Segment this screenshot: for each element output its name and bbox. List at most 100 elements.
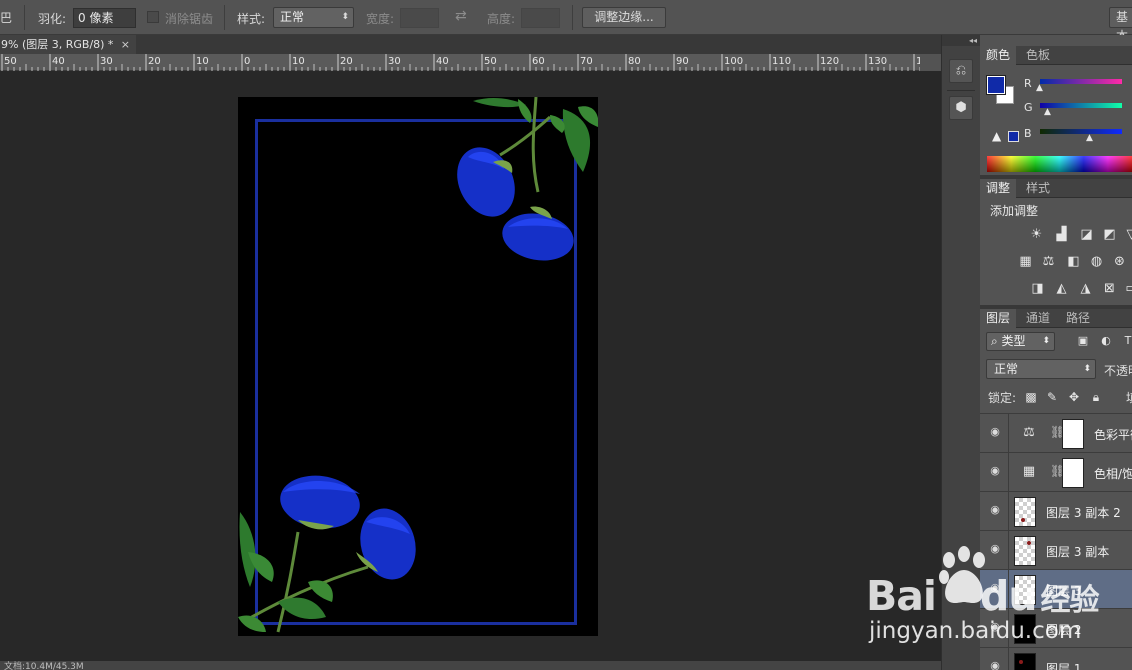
slider-thumb-icon[interactable]: ▲ bbox=[1036, 83, 1043, 93]
blend-mode-select[interactable]: 正常 ⬍ bbox=[986, 359, 1096, 379]
feather-input[interactable]: 0 像素 bbox=[73, 8, 136, 28]
layer-row-selected[interactable]: ◉ 图层 3 bbox=[980, 569, 1132, 609]
workspace-button[interactable]: 基本 bbox=[1109, 7, 1132, 43]
channel-b-slider[interactable] bbox=[1040, 129, 1122, 134]
width-input[interactable] bbox=[400, 8, 439, 28]
eye-icon[interactable]: ◉ bbox=[988, 465, 1002, 477]
tab-styles[interactable]: 样式 bbox=[1020, 179, 1056, 198]
divider bbox=[947, 90, 975, 91]
layer-row[interactable]: ◉ 图层 3 副本 bbox=[980, 530, 1132, 570]
color-balance-icon[interactable]: ⚖ bbox=[1040, 254, 1057, 269]
layer-row[interactable]: ◉ ⚖ ⛓ 色彩平衡 bbox=[980, 413, 1132, 453]
brightness-icon[interactable]: ☀ bbox=[1028, 227, 1045, 242]
layer-thumbnail bbox=[1014, 575, 1036, 605]
visibility-column: ◉ bbox=[980, 648, 1009, 670]
tab-swatches[interactable]: 色板 bbox=[1020, 46, 1056, 65]
layer-row[interactable]: ◉ 图层 3 副本 2 bbox=[980, 491, 1132, 531]
slider-thumb-icon[interactable]: ▲ bbox=[1086, 133, 1093, 143]
channel-r-slider[interactable] bbox=[1040, 79, 1122, 84]
selective-color-icon[interactable]: ⊠ bbox=[1101, 281, 1118, 296]
separator bbox=[224, 5, 225, 30]
type-filter-icon[interactable]: T bbox=[1121, 334, 1132, 348]
eye-icon[interactable]: ◉ bbox=[988, 660, 1002, 670]
gradient-map-icon[interactable]: ▭ bbox=[1123, 281, 1132, 296]
image-filter-icon[interactable]: ▣ bbox=[1076, 334, 1090, 348]
slider-thumb-icon[interactable]: ▲ bbox=[1044, 107, 1051, 117]
gamut-swatch[interactable] bbox=[1008, 131, 1019, 142]
layer-mask-thumbnail[interactable] bbox=[1062, 458, 1084, 488]
lock-all-icon[interactable]: 🔒︎ bbox=[1089, 390, 1103, 404]
eye-icon[interactable]: ◉ bbox=[988, 426, 1002, 438]
tab-paths[interactable]: 路径 bbox=[1060, 309, 1096, 328]
black-white-icon[interactable]: ◧ bbox=[1065, 254, 1082, 269]
history-icon[interactable]: ⎌ bbox=[949, 59, 973, 83]
refine-edge-button[interactable]: 调整边缘... bbox=[582, 7, 666, 28]
close-icon[interactable]: × bbox=[121, 35, 130, 54]
channel-g-slider[interactable] bbox=[1040, 103, 1122, 108]
exposure-icon[interactable]: ◩ bbox=[1101, 227, 1118, 242]
layer-name: 图层 3 副本 2 bbox=[1046, 506, 1121, 520]
layer-row[interactable]: ◉ 图层 2 bbox=[980, 608, 1132, 648]
photo-filter-icon[interactable]: ◍ bbox=[1088, 254, 1105, 269]
tab-color[interactable]: 颜色 bbox=[980, 46, 1017, 65]
tab-layers[interactable]: 图层 bbox=[980, 309, 1017, 328]
color-spectrum-bar[interactable] bbox=[987, 156, 1132, 172]
feather-label: 羽化: bbox=[38, 12, 67, 26]
eye-icon[interactable]: ◉ bbox=[988, 543, 1002, 555]
height-input[interactable] bbox=[521, 8, 560, 28]
lock-pixels-icon[interactable]: ✎ bbox=[1045, 390, 1059, 404]
channel-mixer-icon[interactable]: ⊛ bbox=[1111, 254, 1128, 269]
antialias-label: 消除锯齿 bbox=[165, 12, 214, 26]
color-balance-icon: ⚖ bbox=[1023, 425, 1035, 440]
antialias-checkbox[interactable] bbox=[147, 11, 159, 23]
color-panel-tabs: 颜色 色板 bbox=[980, 46, 1132, 65]
hue-saturation-icon: ▦ bbox=[1022, 464, 1036, 479]
layer-row[interactable]: ◉ 图层 1 bbox=[980, 647, 1132, 670]
threshold-icon[interactable]: ◮ bbox=[1077, 281, 1094, 296]
3d-icon[interactable]: ⬢ bbox=[949, 96, 973, 120]
layer-mask-thumbnail[interactable] bbox=[1062, 419, 1084, 449]
ruler-label: 50 bbox=[484, 56, 497, 67]
tab-adjustments[interactable]: 调整 bbox=[980, 179, 1017, 198]
ruler-label: 130 bbox=[868, 56, 887, 67]
ruler-label: 40 bbox=[436, 56, 449, 67]
status-bar: 文档:10.4M/45.3M bbox=[0, 661, 941, 670]
curves-icon[interactable]: ◪ bbox=[1078, 227, 1095, 242]
horizontal-ruler: 50 40 30 20 10 0 10 20 30 40 50 60 70 80 90 100 110 120 13… bbox=[0, 54, 941, 71]
ruler-label: 120 bbox=[820, 56, 839, 67]
gamut-warning-icon[interactable]: ▲ bbox=[992, 129, 1001, 143]
rose-cluster-bottom bbox=[238, 475, 416, 633]
layer-thumbnail bbox=[1014, 536, 1036, 566]
adjustment-filter-icon[interactable]: ◐ bbox=[1099, 334, 1113, 348]
ruler-corner bbox=[920, 54, 941, 71]
tab-channels[interactable]: 通道 bbox=[1020, 309, 1056, 328]
levels-icon[interactable]: ▟ bbox=[1053, 227, 1070, 242]
invert-icon[interactable]: ◨ bbox=[1029, 281, 1046, 296]
eye-icon[interactable]: ◉ bbox=[988, 621, 1002, 633]
vibrance-icon[interactable]: ▽ bbox=[1123, 227, 1132, 242]
foreground-color-swatch[interactable] bbox=[986, 75, 1006, 95]
document-canvas[interactable] bbox=[238, 97, 598, 636]
lock-label: 锁定: bbox=[988, 391, 1017, 405]
style-select[interactable]: 正常 ⬍ bbox=[273, 7, 354, 28]
marquee-tool-icon[interactable]: 巴 bbox=[0, 9, 12, 26]
swap-icon[interactable]: ⇄ bbox=[455, 8, 467, 24]
layer-filter-value: 类型 bbox=[1001, 334, 1026, 348]
layers-panel-tabs: 图层 通道 路径 bbox=[980, 309, 1132, 328]
fill-label: 填 bbox=[1126, 389, 1132, 406]
collapse-panels-icon[interactable]: ◂◂ bbox=[942, 35, 981, 46]
eye-icon[interactable]: ◉ bbox=[988, 504, 1002, 516]
layer-row[interactable]: ◉ ▦ ⛓ 色相/饱 bbox=[980, 452, 1132, 492]
layer-filter-select[interactable]: ⌕ 类型 ⬍ bbox=[986, 332, 1055, 351]
layer-thumbnail bbox=[1014, 497, 1036, 527]
hue-saturation-icon[interactable]: ▦ bbox=[1017, 254, 1034, 269]
eye-icon[interactable]: ◉ bbox=[988, 582, 1002, 594]
channel-r-label: R bbox=[1024, 77, 1032, 90]
document-tab[interactable]: 9% (图层 3, RGB/8) * × bbox=[0, 35, 136, 54]
ruler-label: 30 bbox=[100, 56, 113, 67]
layer-thumbnail bbox=[1014, 653, 1036, 670]
add-adjustment-title: 添加调整 bbox=[990, 204, 1039, 218]
posterize-icon[interactable]: ◭ bbox=[1053, 281, 1070, 296]
lock-position-icon[interactable]: ✥ bbox=[1067, 390, 1081, 404]
lock-transparent-icon[interactable]: ▩ bbox=[1024, 390, 1038, 404]
